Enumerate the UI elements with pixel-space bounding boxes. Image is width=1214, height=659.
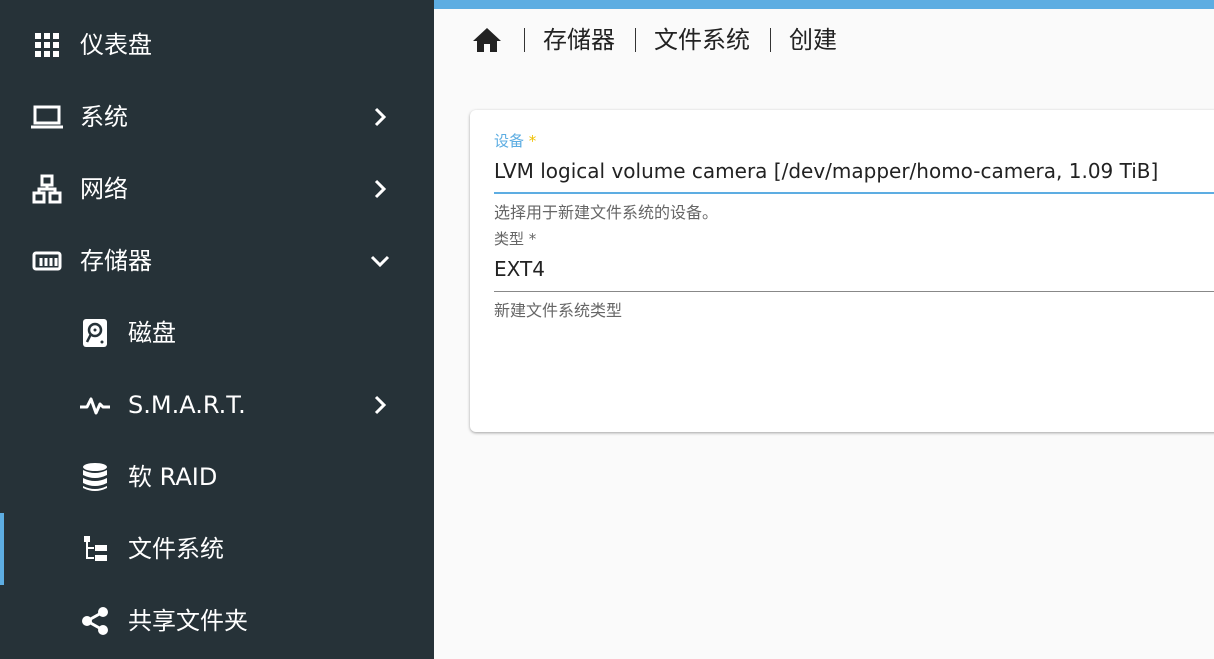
breadcrumb-item-create: 创建 — [789, 26, 837, 54]
type-select[interactable]: EXT4 — [494, 256, 545, 282]
device-label-text: 设备 — [494, 132, 525, 150]
breadcrumb-separator — [635, 28, 636, 52]
sidebar: 仪表盘 系统 网络 存储器 磁盘 S.M.A.R.T. 软 RAID 文件系统 … — [0, 0, 434, 659]
breadcrumb-separator — [524, 28, 525, 52]
sidebar-item-smart[interactable]: S.M.A.R.T. — [0, 369, 434, 441]
sidebar-item-label: 存储器 — [80, 247, 152, 275]
sidebar-item-storage[interactable]: 存储器 — [0, 225, 434, 297]
device-hint: 选择用于新建文件系统的设备。 — [494, 203, 719, 222]
sidebar-item-filesystems[interactable]: 文件系统 — [0, 513, 434, 585]
sidebar-item-label: S.M.A.R.T. — [128, 391, 246, 419]
device-select[interactable]: LVM logical volume camera [/dev/mapper/h… — [494, 158, 1158, 184]
chevron-right-icon — [366, 391, 394, 419]
database-icon — [78, 460, 112, 494]
pulse-icon — [78, 388, 112, 422]
required-mark: * — [528, 230, 537, 248]
chevron-right-icon — [366, 175, 394, 203]
sidebar-item-label: 网络 — [80, 175, 128, 203]
sidebar-item-disks[interactable]: 磁盘 — [0, 297, 434, 369]
create-filesystem-form-card: 设备 * LVM logical volume camera [/dev/map… — [470, 110, 1214, 432]
sidebar-item-software-raid[interactable]: 软 RAID — [0, 441, 434, 513]
share-icon — [78, 604, 112, 638]
device-field-label: 设备 * — [494, 132, 536, 150]
sidebar-item-label: 仪表盘 — [80, 31, 152, 59]
device-select-underline — [494, 192, 1214, 194]
sidebar-item-dashboard[interactable]: 仪表盘 — [0, 9, 434, 81]
sidebar-item-network[interactable]: 网络 — [0, 153, 434, 225]
network-icon — [30, 172, 64, 206]
type-select-underline — [494, 291, 1214, 292]
type-label-text: 类型 — [494, 230, 525, 248]
sidebar-item-label: 系统 — [80, 103, 128, 131]
chevron-right-icon — [366, 103, 394, 131]
home-icon[interactable] — [470, 23, 504, 57]
sidebar-item-system[interactable]: 系统 — [0, 81, 434, 153]
harddisk-icon — [78, 316, 112, 350]
file-tree-icon — [78, 532, 112, 566]
top-accent-strip — [434, 0, 1214, 9]
breadcrumb: 存储器 文件系统 创建 — [470, 22, 837, 58]
breadcrumb-item-filesystems[interactable]: 文件系统 — [654, 25, 750, 55]
required-mark: * — [528, 132, 537, 150]
sidebar-item-label: 文件系统 — [128, 535, 224, 563]
sidebar-item-label: 共享文件夹 — [128, 607, 248, 635]
chevron-down-icon — [366, 247, 394, 275]
storage-icon — [30, 244, 64, 278]
sidebar-item-label: 软 RAID — [128, 463, 218, 491]
type-field-label: 类型 * — [494, 230, 536, 248]
dashboard-grid-icon — [30, 28, 64, 62]
breadcrumb-item-storage[interactable]: 存储器 — [543, 25, 615, 55]
breadcrumb-separator — [770, 28, 771, 52]
sidebar-item-label: 磁盘 — [128, 319, 176, 347]
sidebar-item-shared-folders[interactable]: 共享文件夹 — [0, 585, 434, 657]
type-hint: 新建文件系统类型 — [494, 301, 623, 320]
laptop-icon — [30, 100, 64, 134]
